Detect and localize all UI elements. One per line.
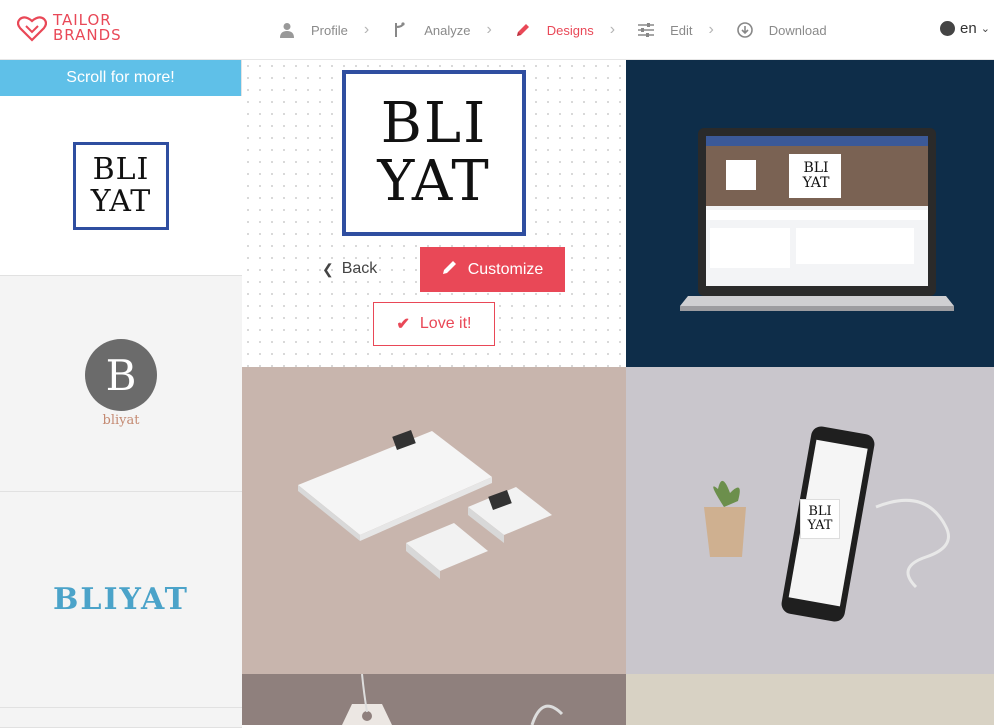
chevron-right-icon: › xyxy=(609,21,616,38)
laptop-logo: BLI YAT xyxy=(793,156,839,196)
step-download[interactable]: Download xyxy=(736,21,827,39)
customize-button[interactable]: Customize xyxy=(420,247,565,292)
tailor-brands-logo[interactable]: TAILOR BRANDS xyxy=(17,13,122,43)
chevron-right-icon: › xyxy=(708,21,714,38)
logo-line2: YAT xyxy=(802,175,830,191)
logo-monogram: B xyxy=(85,339,157,411)
logo-preview: B bliyat xyxy=(85,339,157,428)
design-sidebar[interactable]: Scroll for more! BLI YAT B bliyat BLIYAT xyxy=(0,60,242,728)
logo-text: TAILOR BRANDS xyxy=(53,13,122,43)
logo-line1: BLI xyxy=(803,160,829,176)
logo-name: bliyat xyxy=(102,413,140,428)
scroll-banner: Scroll for more! xyxy=(0,60,241,96)
business-cards-mockup[interactable] xyxy=(242,367,626,674)
chevron-down-icon: ⌄ xyxy=(980,23,990,35)
logo-wordmark: BLIYAT xyxy=(53,582,189,617)
step-label: Download xyxy=(768,22,827,38)
logo-line2: YAT xyxy=(807,518,833,533)
step-analyze[interactable]: Analyze › xyxy=(391,21,514,39)
customize-label: Customize xyxy=(467,260,544,278)
phone-mockup[interactable]: BLI YAT xyxy=(626,367,994,674)
sliders-icon xyxy=(637,21,655,39)
language-selector[interactable]: en ⌄ xyxy=(940,20,990,37)
globe-icon xyxy=(940,21,955,36)
analyze-icon xyxy=(391,21,409,39)
language-value: en xyxy=(960,20,977,37)
design-thumbnail[interactable]: B bliyat xyxy=(0,276,242,492)
step-profile[interactable]: Profile › xyxy=(278,21,391,39)
pencil-icon xyxy=(442,259,458,280)
design-thumbnail[interactable] xyxy=(0,708,242,728)
chevron-right-icon: › xyxy=(486,21,492,38)
back-label: Back xyxy=(341,260,378,277)
selected-logo: BLI YAT xyxy=(342,70,526,236)
step-label: Designs xyxy=(546,22,594,38)
step-edit[interactable]: Edit › xyxy=(637,21,736,39)
progress-steps: Profile › Analyze › Designs › Edit › Dow… xyxy=(278,0,827,60)
love-it-button[interactable]: ✔ Love it! xyxy=(373,302,495,346)
logo-line1: BLI xyxy=(92,151,150,187)
logo-line2: YAT xyxy=(90,183,152,219)
laptop-mockup[interactable]: BLI YAT xyxy=(626,60,994,367)
back-button[interactable]: ❮ Back xyxy=(322,260,377,278)
stationery-mockup-image xyxy=(298,430,552,579)
logo-line1: BLI xyxy=(380,91,488,156)
logo-line2: BRANDS xyxy=(53,26,122,44)
chevron-left-icon: ❮ xyxy=(322,260,334,277)
top-header: TAILOR BRANDS Profile › Analyze › Design… xyxy=(0,0,994,60)
phone-logo: BLI YAT xyxy=(800,499,840,539)
logo-line1: BLI xyxy=(808,504,832,519)
step-label: Edit xyxy=(670,22,693,38)
chevron-right-icon: › xyxy=(363,21,370,38)
design-thumbnail[interactable]: BLIYAT xyxy=(0,492,242,708)
step-designs[interactable]: Designs › xyxy=(514,21,637,39)
step-label: Analyze xyxy=(424,22,471,38)
selected-design-panel: BLI YAT ❮ Back Customize ✔ Love it! xyxy=(242,60,626,367)
heart-logo-icon xyxy=(17,16,47,42)
logo-preview: BLI YAT xyxy=(73,141,169,230)
design-thumbnail[interactable]: BLI YAT xyxy=(0,96,242,276)
laptop-mockup-image xyxy=(680,128,954,311)
love-label: Love it! xyxy=(419,315,472,332)
user-icon xyxy=(278,21,296,39)
pencil-icon xyxy=(514,21,532,39)
step-label: Profile xyxy=(311,22,348,38)
check-icon: ✔ xyxy=(396,316,410,333)
tags-mockup[interactable] xyxy=(242,674,626,725)
mockup-preview[interactable] xyxy=(626,674,994,725)
download-icon xyxy=(736,21,754,39)
logo-line2: YAT xyxy=(377,149,491,214)
tags-mockup-image xyxy=(342,674,564,725)
